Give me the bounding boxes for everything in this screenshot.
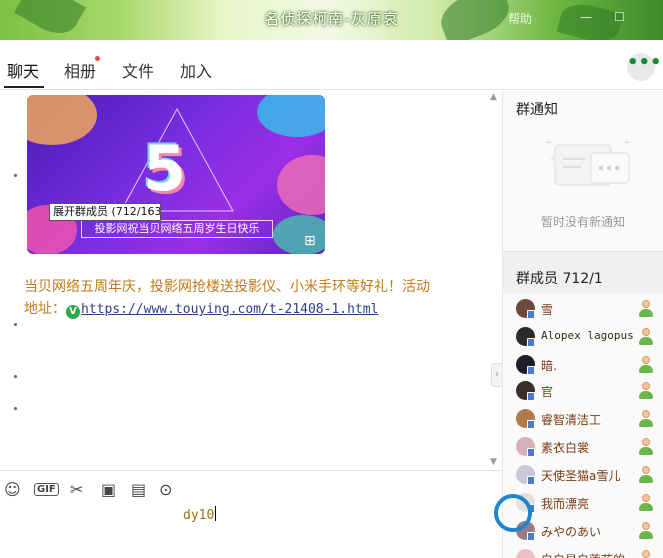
member-name: 素衣白裳 [541, 441, 590, 455]
person-icon[interactable] [638, 300, 654, 318]
red-packet-icon[interactable]: ▤ [131, 480, 146, 499]
member-row[interactable]: 天使圣猫a雪儿 [503, 461, 663, 489]
input-toolbar: ☺ GIF ✂ ▣ ▤ ⊙ [0, 470, 502, 506]
member-row[interactable]: Alopex lagopus [503, 323, 663, 351]
member-row[interactable]: 官 [503, 377, 663, 405]
person-icon[interactable] [638, 382, 654, 400]
emoji-icon[interactable]: ☺ [4, 480, 21, 499]
tab-chat[interactable]: 聊天 [7, 58, 39, 82]
gif-icon[interactable]: GIF [34, 483, 59, 496]
more-button[interactable]: ••• [627, 53, 662, 81]
banner-blob [277, 155, 325, 215]
image-icon[interactable]: ▣ [101, 480, 116, 499]
album-badge [95, 56, 100, 61]
member-name: みやのあい [541, 525, 602, 539]
list-bullet [14, 323, 17, 326]
device-icon [527, 420, 535, 429]
member-row[interactable]: 素衣白裳 [503, 433, 663, 461]
banner-number: 5 [143, 132, 187, 205]
input-text: dy10 [183, 506, 217, 523]
banner-blob [257, 95, 325, 137]
message-text: 当贝网络五周年庆，投影网抢楼送投影仪、小米手环等好礼！活动 [24, 279, 430, 295]
person-icon[interactable] [638, 466, 654, 484]
person-icon[interactable] [638, 522, 654, 540]
maximize-button[interactable]: ☐ [614, 10, 625, 24]
svg-text:+: + [545, 138, 553, 148]
window-titlebar: 名侦探柯南-灰原哀 帮助 — ☐ [0, 0, 663, 40]
more-icon[interactable]: ⊙ [159, 480, 172, 499]
message-input[interactable]: dy10 [0, 506, 502, 558]
members-title: 群成员 712/1 [516, 271, 603, 287]
svg-text:+: + [623, 138, 631, 148]
svg-text:+: + [549, 154, 557, 164]
device-icon [527, 338, 535, 347]
person-icon[interactable] [638, 550, 654, 558]
device-icon [527, 476, 535, 485]
message-link-line: 地址： Vhttps://www.touying.com/t-21408-1.ht… [24, 298, 378, 319]
member-name: 天使圣猫a雪儿 [541, 469, 621, 483]
avatar[interactable] [516, 549, 535, 558]
members-header[interactable]: 群成员 712/1 [503, 251, 663, 293]
chat-message-area[interactable]: 5 投影网祝当贝网络五周岁生日快乐 ⊞ 当贝网络五周年庆，投影网抢楼送投影仪、小… [0, 91, 502, 469]
group-side-panel: 群通知 + + + 暂时没有新通知 群成员 712/1 雪 Alopex lago… [502, 91, 663, 558]
person-icon[interactable] [638, 356, 654, 374]
window-title: 名侦探柯南-灰原哀 [264, 10, 399, 28]
notice-empty-text: 暂时没有新通知 [540, 215, 625, 229]
device-icon [527, 366, 535, 375]
device-icon [527, 310, 535, 319]
banner-image[interactable]: 5 投影网祝当贝网络五周岁生日快乐 ⊞ [27, 95, 325, 254]
tab-album[interactable]: 相册 [64, 58, 96, 82]
message-prefix: 地址： [24, 301, 66, 317]
member-name: 官 [541, 385, 554, 399]
member-name: 白白是白莲花的 [541, 551, 625, 558]
expand-icon[interactable]: ⊞ [304, 233, 316, 249]
member-row[interactable]: 暗. [503, 351, 663, 379]
active-tab-indicator [4, 86, 44, 88]
person-icon[interactable] [638, 328, 654, 346]
list-bullet [14, 375, 17, 378]
member-name: 睿智清洁工 [541, 413, 602, 427]
list-bullet [14, 174, 17, 177]
banner-blob [273, 215, 325, 254]
device-icon [527, 532, 535, 541]
member-name: 雪 [541, 303, 554, 317]
scroll-up-icon[interactable]: ▲ [490, 92, 497, 102]
message-link[interactable]: https://www.touying.com/t-21408-1.html [81, 302, 378, 317]
tab-files[interactable]: 文件 [122, 58, 154, 82]
device-icon [527, 392, 535, 401]
help-button[interactable]: 帮助 [508, 10, 532, 27]
member-row[interactable]: 睿智清洁工 [503, 405, 663, 433]
member-row[interactable]: 白白是白莲花的 [503, 545, 663, 558]
banner-caption: 投影网祝当贝网络五周岁生日快乐 [81, 220, 273, 238]
banner-blob [27, 95, 97, 145]
member-name: Alopex lagopus [541, 329, 634, 342]
list-bullet [14, 407, 17, 410]
expand-members-tooltip: 展开群成员 (712/1633 [49, 203, 161, 221]
watermark-logo [494, 494, 532, 532]
scissors-icon[interactable]: ✂ [70, 480, 83, 499]
notice-illustration: + + + [545, 138, 631, 186]
tab-join[interactable]: 加入 [180, 58, 212, 82]
member-name: 暗. [541, 359, 557, 373]
person-icon[interactable] [638, 494, 654, 512]
scroll-down-icon[interactable]: ▼ [490, 457, 497, 467]
member-row[interactable]: 雪 [503, 295, 663, 323]
verified-icon: V [66, 305, 80, 319]
person-icon[interactable] [638, 438, 654, 456]
tab-bar: 聊天 相册 文件 加入 [0, 40, 663, 90]
device-icon [527, 448, 535, 457]
text-caret [215, 506, 217, 521]
notice-title: 群通知 [516, 102, 558, 118]
minimize-button[interactable]: — [580, 10, 592, 24]
collapse-panel-icon[interactable]: › [491, 363, 502, 387]
person-icon[interactable] [638, 410, 654, 428]
member-name: 我而漂亮 [541, 497, 590, 511]
